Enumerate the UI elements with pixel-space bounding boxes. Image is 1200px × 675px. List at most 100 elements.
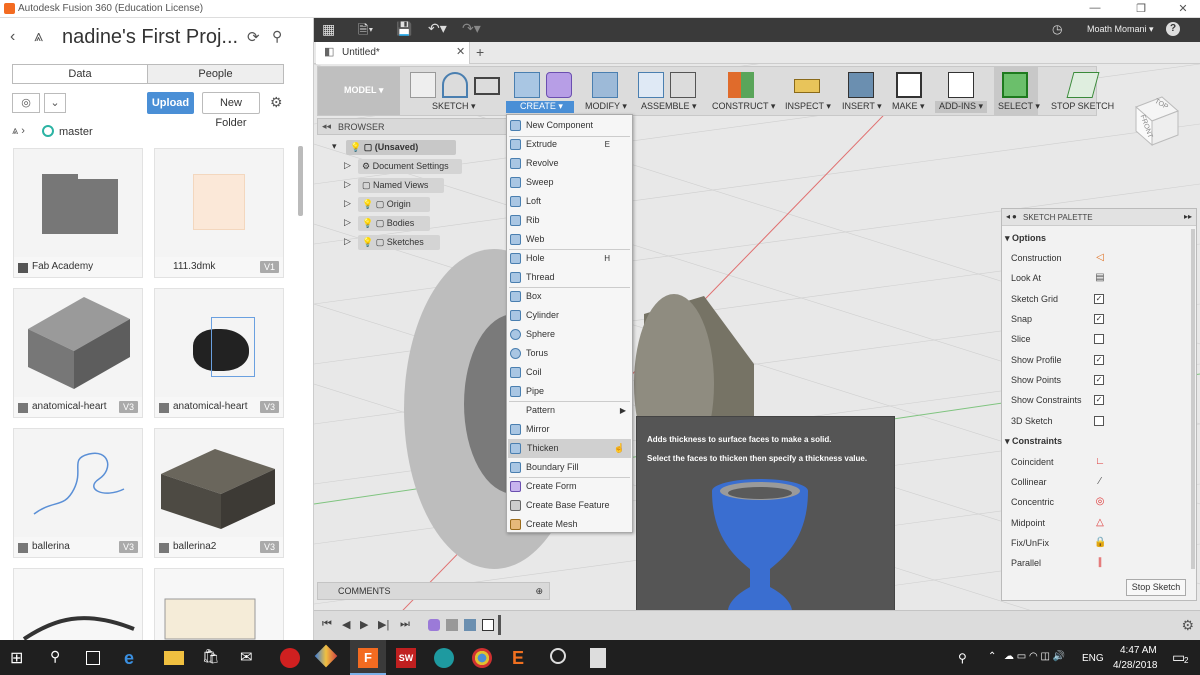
close-button[interactable]: ✕ xyxy=(1168,2,1198,15)
menu-item-torus[interactable]: Torus xyxy=(507,344,632,363)
viewcube[interactable]: TOP FRONT xyxy=(1124,89,1182,147)
mail-icon[interactable]: ✉ xyxy=(240,648,260,668)
constraint-concentric[interactable]: Concentric ◎ xyxy=(1002,492,1198,512)
option-slice[interactable]: Slice xyxy=(1002,329,1198,349)
constraints-section[interactable]: ▾ Constraints xyxy=(1002,431,1198,451)
lock-icon[interactable]: 🔒 xyxy=(1094,537,1106,549)
store-icon[interactable]: 🛍 xyxy=(202,648,222,668)
solidworks-icon[interactable]: SW xyxy=(396,648,416,668)
palette-scrollbar[interactable] xyxy=(1191,229,1195,569)
help-icon[interactable]: ? xyxy=(1166,22,1180,36)
expand-icon[interactable]: ▾ xyxy=(332,141,337,152)
close-tab-icon[interactable]: ✕ xyxy=(456,45,465,58)
people-icon[interactable]: ⚲ xyxy=(958,651,967,665)
new-folder-button[interactable]: New Folder xyxy=(202,92,260,129)
sketch-grid-checkbox[interactable]: ✓ xyxy=(1094,294,1104,304)
step-forward-icon[interactable]: ▶| xyxy=(378,618,389,631)
expand-icon[interactable]: ▸▸ xyxy=(1184,212,1192,221)
create-sketch-icon[interactable] xyxy=(410,72,436,98)
new-tab-icon[interactable]: + xyxy=(476,44,484,60)
refresh-icon[interactable]: ⟳ xyxy=(247,28,260,46)
collapse-icon[interactable]: ◂◂ xyxy=(322,121,331,132)
select-icon[interactable] xyxy=(1002,72,1028,98)
browser-header[interactable]: ◂◂ BROWSER xyxy=(317,118,507,135)
option-snap[interactable]: Snap ✓ xyxy=(1002,309,1198,329)
search-icon[interactable]: ⚲ xyxy=(50,648,70,668)
tree-item[interactable]: 💡 ▢ Sketches xyxy=(358,235,440,250)
expand-icon[interactable]: ▷ xyxy=(344,179,351,190)
show-points-checkbox[interactable]: ✓ xyxy=(1094,375,1104,385)
tray-icons[interactable]: ☁ ▭ ◠ ◫ 🔊 xyxy=(1004,651,1065,662)
clock-time[interactable]: 4:47 AM xyxy=(1120,645,1157,656)
document-icon[interactable] xyxy=(590,648,606,668)
document-tab[interactable]: ◧ Untitled* ✕ xyxy=(316,42,470,64)
line-icon[interactable] xyxy=(442,72,468,98)
gear-icon[interactable]: ⚙ xyxy=(270,94,283,111)
file-card[interactable]: ballerina2 V3 xyxy=(154,428,284,558)
insert-image-icon[interactable] xyxy=(848,72,874,98)
timeline-form-icon[interactable] xyxy=(428,619,440,631)
tree-item[interactable]: 💡 ▢ Origin xyxy=(358,197,430,212)
timeline-feature-icon[interactable] xyxy=(464,619,476,631)
task-view-icon[interactable] xyxy=(86,651,100,665)
menu-item-sphere[interactable]: Sphere xyxy=(507,325,632,344)
go-to-end-icon[interactable]: ⏭ xyxy=(400,618,410,631)
new-component-icon[interactable] xyxy=(638,72,664,98)
menu-item-create-form[interactable]: Create Form xyxy=(507,477,632,496)
option-show-profile[interactable]: Show Profile ✓ xyxy=(1002,350,1198,370)
undo-icon[interactable]: ↶▾ xyxy=(428,20,447,37)
timeline-marker[interactable] xyxy=(498,615,501,635)
tree-item[interactable]: ⚙ Document Settings xyxy=(358,159,462,174)
grid-menu-icon[interactable]: ▦ xyxy=(322,21,335,38)
option-look-at[interactable]: Look At ▤ xyxy=(1002,268,1198,288)
ribbon-create[interactable]: CREATE ▾ xyxy=(520,101,563,112)
constraint-parallel[interactable]: Parallel ∥ xyxy=(1002,553,1198,573)
palette-header[interactable]: ◂ ● SKETCH PALETTE ▸▸ xyxy=(1002,209,1196,226)
form-icon[interactable] xyxy=(546,72,572,98)
go-to-start-icon[interactable]: ⏮ xyxy=(322,618,332,631)
fusion-task-active[interactable]: F xyxy=(350,640,386,675)
ribbon-insert[interactable]: INSERT ▾ xyxy=(842,101,882,112)
eagle-icon[interactable]: E xyxy=(512,648,532,668)
user-menu[interactable]: Moath Momani ▾ xyxy=(1087,24,1154,35)
extrude-icon[interactable] xyxy=(514,72,540,98)
language-indicator[interactable]: ENG xyxy=(1082,653,1104,664)
stop-sketch-button[interactable]: Stop Sketch xyxy=(1126,579,1186,596)
palette-pin-icon[interactable]: ● xyxy=(1012,212,1017,221)
menu-item-sweep[interactable]: Sweep xyxy=(507,173,632,192)
concentric-icon[interactable]: ◎ xyxy=(1094,496,1106,508)
menu-item-box[interactable]: Box xyxy=(507,287,632,306)
clock-date[interactable]: 4/28/2018 xyxy=(1113,660,1158,671)
parallel-icon[interactable]: ∥ xyxy=(1094,557,1106,569)
expand-icon[interactable]: ▷ xyxy=(344,217,351,228)
comments-panel[interactable]: COMMENTS ⊕ xyxy=(317,582,550,600)
timeline-body-icon[interactable] xyxy=(446,619,458,631)
ribbon-stop-sketch[interactable]: STOP SKETCH xyxy=(1051,101,1114,111)
stop-sketch-icon[interactable] xyxy=(1066,72,1100,98)
maximize-button[interactable]: ❐ xyxy=(1126,2,1156,15)
sketchup-icon[interactable] xyxy=(314,644,338,668)
file-card[interactable]: 111.3dmk V1 xyxy=(154,148,284,278)
arduino-icon[interactable] xyxy=(434,648,454,668)
tree-item[interactable]: ▢ Named Views xyxy=(358,178,444,193)
menu-item-boundary-fill[interactable]: Boundary Fill xyxy=(507,458,632,477)
tray-chevron-icon[interactable]: ⌃ xyxy=(988,651,996,662)
ribbon-inspect[interactable]: INSPECT ▾ xyxy=(785,101,831,112)
chevron-down-icon[interactable]: ⌄ xyxy=(44,93,66,113)
ribbon-make[interactable]: MAKE ▾ xyxy=(892,101,925,112)
minimize-button[interactable]: — xyxy=(1080,2,1110,14)
ribbon-add-ins[interactable]: ADD-INS ▾ xyxy=(939,101,983,112)
file-card[interactable]: ballerina V3 xyxy=(13,428,143,558)
upload-button[interactable]: Upload xyxy=(147,92,194,114)
clock-icon[interactable]: ◷ xyxy=(1052,22,1062,36)
options-section[interactable]: ▾ Options xyxy=(1002,228,1198,248)
measure-icon[interactable] xyxy=(794,79,820,93)
menu-item-coil[interactable]: Coil xyxy=(507,363,632,382)
timeline-sketch-icon[interactable] xyxy=(482,619,494,631)
construction-icon[interactable]: ◁ xyxy=(1094,252,1106,264)
snap-checkbox[interactable]: ✓ xyxy=(1094,314,1104,324)
save-icon[interactable]: 💾 xyxy=(396,21,412,37)
tab-people[interactable]: People xyxy=(147,64,284,84)
file-card[interactable] xyxy=(13,568,143,640)
tab-data[interactable]: Data xyxy=(12,64,148,84)
